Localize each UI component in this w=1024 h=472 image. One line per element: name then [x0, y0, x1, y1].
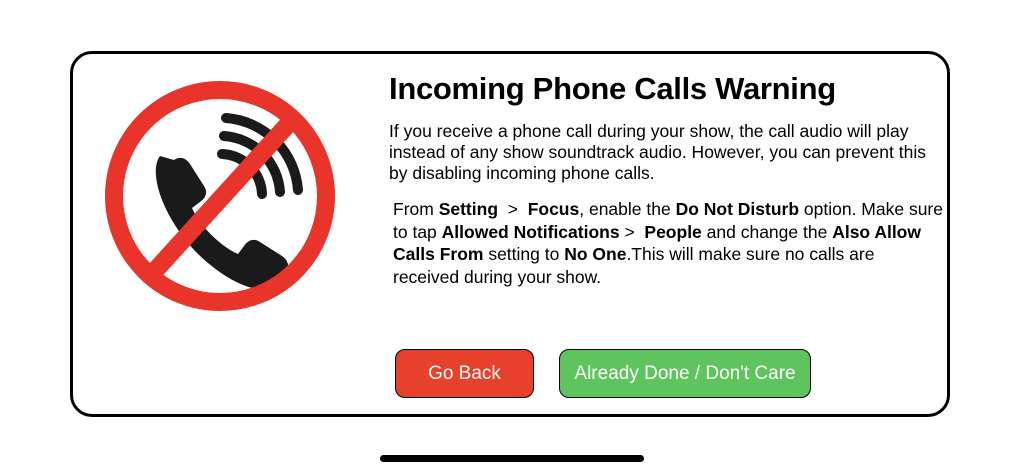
instructions-text: >: [619, 221, 645, 242]
home-indicator[interactable]: [380, 455, 644, 462]
setting-label: Setting: [438, 199, 499, 219]
phone-handset-icon: [155, 156, 289, 290]
no-one-label: No One: [564, 244, 627, 264]
dialog-intro-text: If you receive a phone call during your …: [389, 121, 926, 183]
screen: Incoming Phone Calls Warning If you rece…: [0, 0, 1024, 472]
instructions-text: setting to: [483, 244, 565, 264]
people-label: People: [644, 221, 702, 242]
dialog-instructions: From Setting > Focus, enable the Do Not …: [393, 198, 943, 288]
instructions-text: , enable the: [579, 199, 676, 219]
allowed-notifications-label: Allowed Notifications: [441, 221, 620, 242]
no-phone-calls-icon: [105, 81, 335, 311]
do-not-disturb-label: Do Not Disturb: [675, 199, 800, 219]
instructions-text: >: [498, 199, 528, 219]
dialog-title: Incoming Phone Calls Warning: [389, 71, 836, 106]
go-back-button[interactable]: Go Back: [395, 349, 534, 398]
instructions-text: and change the: [701, 221, 833, 242]
instructions-text: From: [393, 199, 439, 219]
already-done-button[interactable]: Already Done / Don't Care: [559, 349, 811, 398]
focus-label: Focus: [527, 199, 580, 219]
